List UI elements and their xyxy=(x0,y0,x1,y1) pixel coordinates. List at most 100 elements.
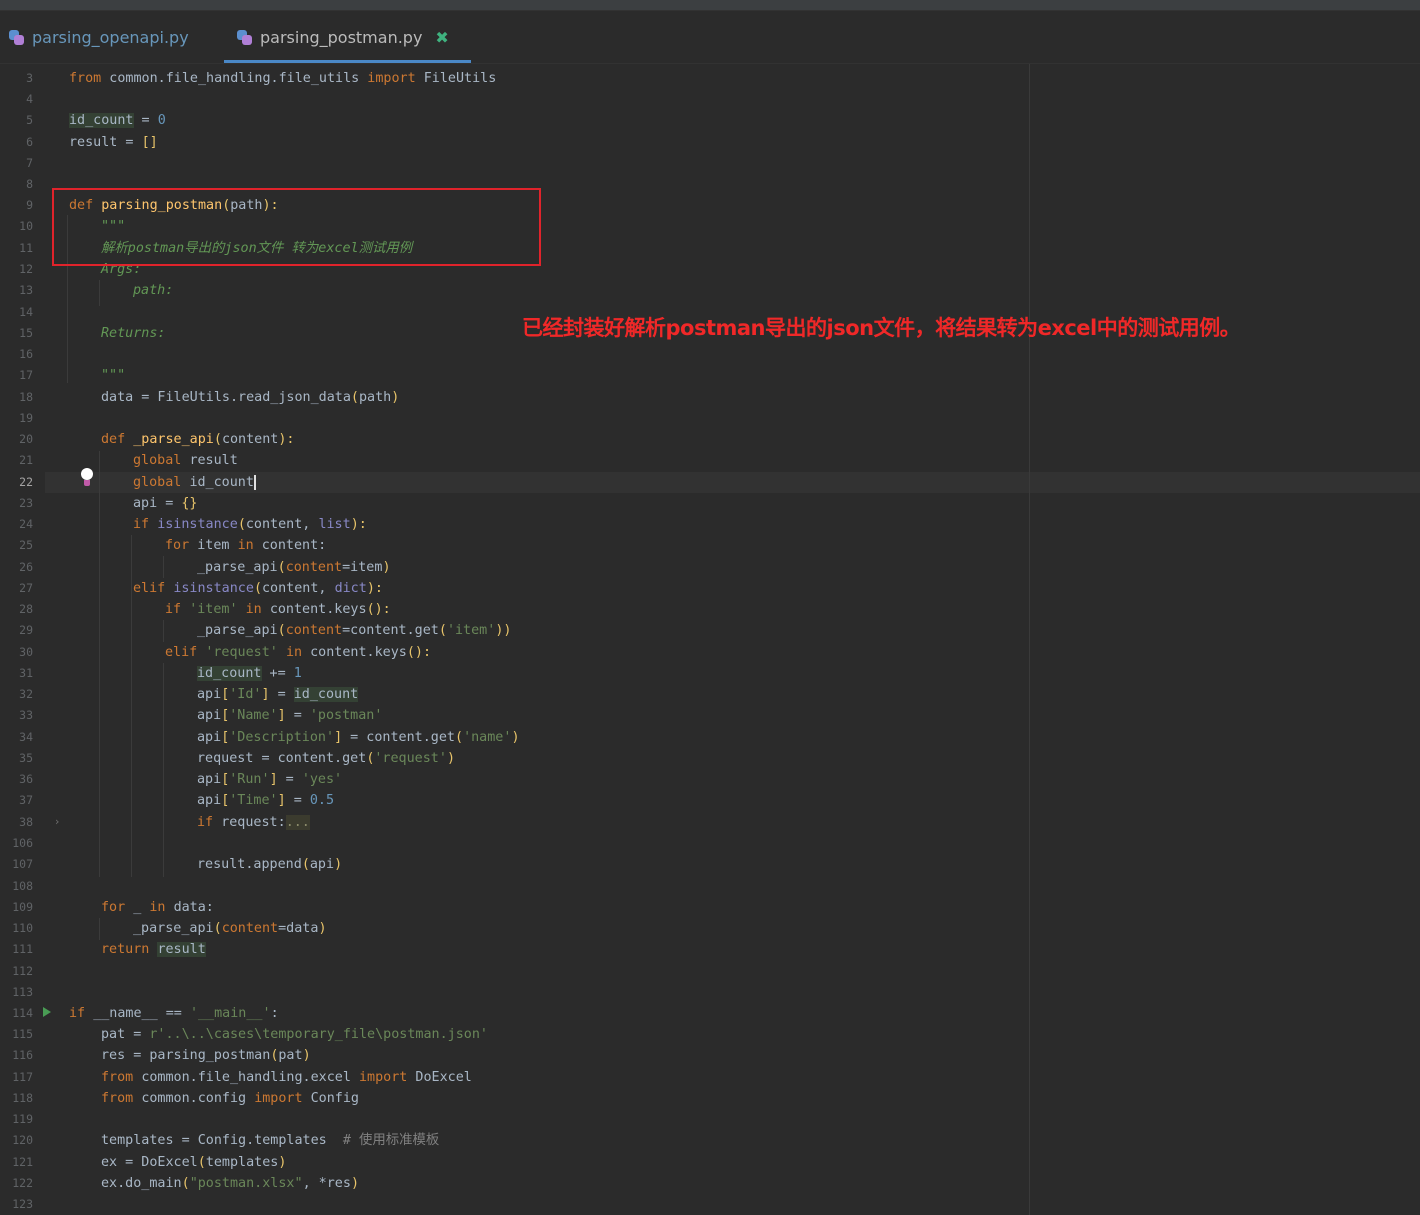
code-line-36: api['Run'] = 'yes' xyxy=(197,772,343,787)
line-number: 114 xyxy=(12,1006,33,1020)
line-number: 113 xyxy=(12,985,33,999)
indent-guide xyxy=(163,620,164,642)
code-line-31: id_count += 1 xyxy=(197,666,302,681)
code-line-21: global result xyxy=(133,453,238,468)
line-number: 118 xyxy=(12,1091,33,1105)
code-line-34: api['Description'] = content.get('name') xyxy=(197,730,520,745)
code-line-28: if 'item' in content.keys(): xyxy=(165,602,391,617)
code-line-18: data = FileUtils.read_json_data(path) xyxy=(101,390,400,405)
line-number: 37 xyxy=(19,793,33,807)
indent-guide xyxy=(99,918,100,940)
line-number: 7 xyxy=(26,156,33,170)
code-line-107: result.append(api) xyxy=(197,857,343,872)
line-number: 25 xyxy=(19,538,33,552)
line-number: 24 xyxy=(19,517,33,531)
line-number: 108 xyxy=(12,879,33,893)
code-line-20: def _parse_api(content): xyxy=(101,432,295,447)
lightbulb-icon[interactable] xyxy=(80,468,94,488)
line-number: 13 xyxy=(19,283,33,297)
code-line-3: from common.file_handling.file_utils imp… xyxy=(69,71,497,86)
line-number: 19 xyxy=(19,411,33,425)
line-number: 4 xyxy=(26,92,33,106)
line-number: 119 xyxy=(12,1112,33,1126)
line-number: 22 xyxy=(19,475,33,489)
python-file-icon xyxy=(8,29,25,46)
line-number: 106 xyxy=(12,836,33,850)
line-number: 34 xyxy=(19,730,33,744)
line-number: 110 xyxy=(12,921,33,935)
line-number: 21 xyxy=(19,453,33,467)
code-line-22: global id_count xyxy=(133,475,256,490)
line-number: 38 xyxy=(19,815,33,829)
code-line-122: ex.do_main("postman.xlsx", *res) xyxy=(101,1176,359,1191)
code-line-109: for _ in data: xyxy=(101,900,214,915)
code-line-29: _parse_api(content=content.get('item')) xyxy=(197,623,512,638)
code-line-35: request = content.get('request') xyxy=(197,751,455,766)
line-number: 12 xyxy=(19,262,33,276)
line-number: 121 xyxy=(12,1155,33,1169)
line-number: 33 xyxy=(19,708,33,722)
line-number: 28 xyxy=(19,602,33,616)
line-number: 123 xyxy=(12,1197,33,1211)
close-icon[interactable]: ✖ xyxy=(435,28,448,47)
code-line-6: result = [] xyxy=(69,135,158,150)
line-number: 18 xyxy=(19,390,33,404)
line-number: 14 xyxy=(19,305,33,319)
line-number: 32 xyxy=(19,687,33,701)
line-number: 31 xyxy=(19,666,33,680)
code-line-121: ex = DoExcel(templates) xyxy=(101,1155,287,1170)
line-number: 120 xyxy=(12,1133,33,1147)
line-number: 27 xyxy=(19,581,33,595)
line-number: 115 xyxy=(12,1027,33,1041)
code-line-17: """ xyxy=(101,368,126,383)
indent-guide xyxy=(163,663,164,877)
line-number: 20 xyxy=(19,432,33,446)
line-number-gutter[interactable]: 3 4 5 6 7 8 9 10 11 12 13 14 15 16 17 18 19 20 21 22 23 24 25 2… xyxy=(0,64,45,1215)
line-number: 15 xyxy=(19,326,33,340)
line-number: 29 xyxy=(19,623,33,637)
tab-parsing-postman[interactable]: parsing_postman.py ✖ xyxy=(224,11,471,63)
line-number: 109 xyxy=(12,900,33,914)
code-line-23: api = {} xyxy=(133,496,198,511)
annotation-text: 已经封装好解析postman导出的json文件，将结果转为excel中的测试用例… xyxy=(522,316,1241,340)
line-number: 6 xyxy=(26,135,33,149)
line-number: 3 xyxy=(26,71,33,85)
line-number: 5 xyxy=(26,113,33,127)
code-line-24: if isinstance(content, list): xyxy=(133,517,367,532)
code-line-115: pat = r'..\..\cases\temporary_file\postm… xyxy=(101,1027,488,1042)
line-number: 122 xyxy=(12,1176,33,1190)
line-number: 23 xyxy=(19,496,33,510)
code-line-15: Returns: xyxy=(101,326,166,341)
code-line-116: res = parsing_postman(pat) xyxy=(101,1048,311,1063)
window-top-strip xyxy=(0,0,1420,11)
folded-code-placeholder[interactable]: ... xyxy=(285,815,310,830)
code-line-5: id_count = 0 xyxy=(69,113,166,128)
code-line-37: api['Time'] = 0.5 xyxy=(197,793,335,808)
line-number: 11 xyxy=(19,241,33,255)
code-line-26: _parse_api(content=item) xyxy=(197,560,391,575)
right-margin-guide xyxy=(1029,64,1030,1215)
code-line-110: _parse_api(content=data) xyxy=(133,921,327,936)
code-line-32: api['Id'] = id_count xyxy=(197,687,359,702)
code-line-33: api['Name'] = 'postman' xyxy=(197,708,383,723)
editor-tab-bar: parsing_openapi.py parsing_postman.py ✖ xyxy=(0,11,1420,64)
run-icon[interactable] xyxy=(43,1007,51,1017)
line-number: 8 xyxy=(26,177,33,191)
line-number: 116 xyxy=(12,1048,33,1062)
line-number: 16 xyxy=(19,347,33,361)
code-line-118: from common.config import Config xyxy=(101,1091,359,1106)
code-line-25: for item in content: xyxy=(165,538,327,553)
line-number: 36 xyxy=(19,772,33,786)
code-line-38: if request:... xyxy=(197,815,310,830)
tab-label: parsing_openapi.py xyxy=(32,27,189,47)
tab-parsing-openapi[interactable]: parsing_openapi.py xyxy=(8,11,189,63)
fold-arrow-icon[interactable]: › xyxy=(55,815,59,828)
tab-label: parsing_postman.py xyxy=(260,27,423,47)
indent-guide xyxy=(131,535,132,877)
code-line-117: from common.file_handling.excel import D… xyxy=(101,1070,472,1085)
line-number: 111 xyxy=(12,942,33,956)
line-number: 35 xyxy=(19,751,33,765)
line-number: 107 xyxy=(12,857,33,871)
code-line-111: return result xyxy=(101,942,206,957)
highlight-box xyxy=(52,188,541,266)
